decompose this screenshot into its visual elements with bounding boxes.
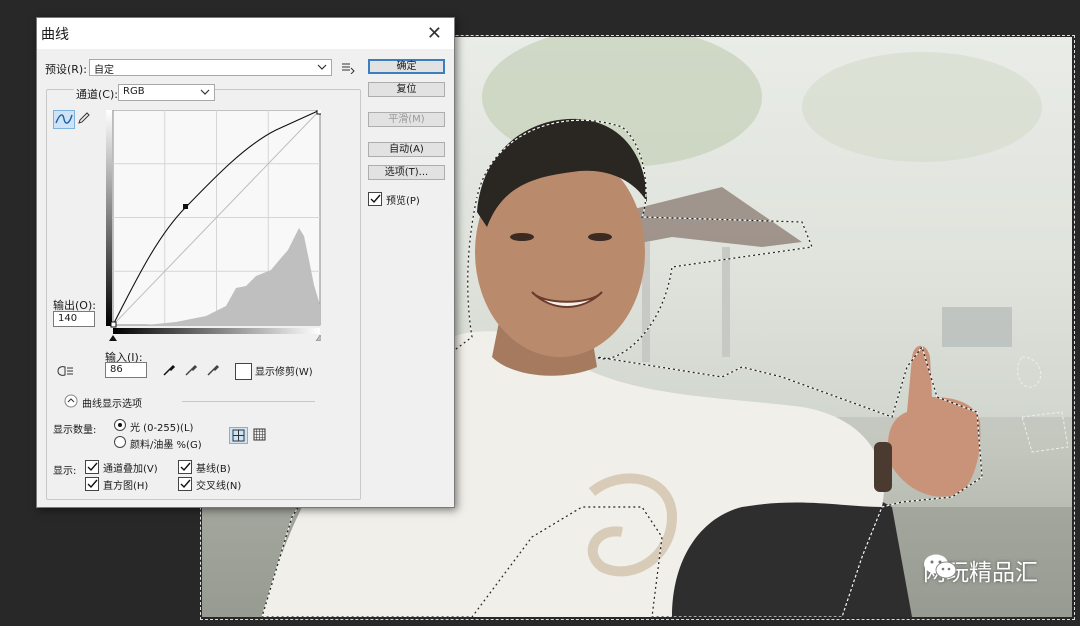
curve-wave-icon: [55, 114, 73, 124]
show-clipping-checkbox[interactable]: [235, 363, 252, 380]
simple-grid-toggle[interactable]: [229, 427, 248, 444]
preset-value: 自定: [94, 65, 114, 76]
close-icon[interactable]: ✕: [427, 23, 442, 44]
ok-button[interactable]: 确定: [368, 59, 445, 74]
watermark: 网玩精品汇: [923, 553, 1038, 587]
chevron-down-icon: [317, 64, 327, 70]
preview-checkbox[interactable]: [368, 192, 382, 206]
channel-label: 通道(C):: [74, 86, 120, 102]
checkmark-icon: [370, 194, 381, 204]
black-slider[interactable]: [109, 335, 117, 341]
collapse-chevron-icon[interactable]: [64, 394, 78, 408]
intersection-line-label: 交叉线(N): [196, 481, 242, 492]
histogram-checkbox[interactable]: [85, 477, 99, 491]
preset-dropdown[interactable]: 自定: [89, 59, 332, 76]
show-label: 显示:: [53, 466, 77, 477]
dialog-titlebar[interactable]: 曲线 ✕: [37, 18, 454, 49]
smooth-button[interactable]: 平滑(M): [368, 112, 445, 127]
channel-overlays-label: 通道叠加(V): [103, 464, 158, 475]
histogram-label: 直方图(H): [103, 481, 149, 492]
show-amount-label: 显示数量:: [53, 425, 97, 436]
light-radio[interactable]: [114, 419, 126, 431]
gray-eyedropper-icon[interactable]: [184, 363, 198, 377]
channel-value: RGB: [123, 86, 145, 97]
channel-dropdown[interactable]: RGB: [118, 84, 215, 101]
baseline-label: 基线(B): [196, 464, 231, 475]
chevron-down-icon: [200, 89, 210, 95]
show-clipping-label: 显示修剪(W): [255, 367, 313, 378]
preset-label: 预设(R):: [45, 63, 87, 76]
options-button[interactable]: 选项(T)...: [368, 165, 445, 180]
curves-dialog: 曲线 ✕ 预设(R): 自定 确定 复位 平滑(M) 自动(A) 选项(T)..…: [36, 17, 455, 508]
white-point[interactable]: [316, 110, 321, 115]
checkmark-icon: [87, 479, 98, 489]
output-gradient-bar: [106, 110, 112, 326]
input-gradient-bar: [113, 328, 320, 334]
light-option-label: 光 (0-255)(L): [130, 423, 194, 434]
wechat-icon: [924, 554, 957, 579]
checkmark-icon: [180, 462, 191, 472]
preview-label: 预览(P): [386, 196, 420, 207]
white-slider[interactable]: [315, 334, 321, 341]
detailed-grid-icon[interactable]: [251, 427, 268, 442]
black-point[interactable]: [110, 321, 117, 328]
input-field[interactable]: 86: [105, 362, 147, 378]
pigment-radio[interactable]: [114, 436, 126, 448]
black-eyedropper-icon[interactable]: [162, 363, 176, 377]
baseline-checkbox[interactable]: [178, 460, 192, 474]
intersection-line-checkbox[interactable]: [178, 477, 192, 491]
dialog-title: 曲线: [41, 27, 69, 43]
channel-overlays-checkbox[interactable]: [85, 460, 99, 474]
curves-graph[interactable]: [106, 110, 321, 341]
checkmark-icon: [180, 479, 191, 489]
white-eyedropper-icon[interactable]: [206, 363, 220, 377]
pigment-option-label: 颜料/油墨 %(G): [130, 440, 202, 451]
preset-options-icon[interactable]: [341, 62, 355, 74]
options-divider: [182, 401, 315, 402]
curve-control-point[interactable]: [183, 204, 188, 209]
output-field[interactable]: 140: [53, 311, 95, 327]
curve-display-options-title: 曲线显示选项: [82, 399, 142, 410]
curve-point-tool[interactable]: [53, 110, 75, 129]
auto-button[interactable]: 自动(A): [368, 142, 445, 157]
pencil-icon[interactable]: [77, 111, 91, 125]
on-image-adjust-icon[interactable]: [56, 364, 74, 378]
grid-4-icon: [232, 429, 245, 442]
reset-button[interactable]: 复位: [368, 82, 445, 97]
checkmark-icon: [87, 462, 98, 472]
